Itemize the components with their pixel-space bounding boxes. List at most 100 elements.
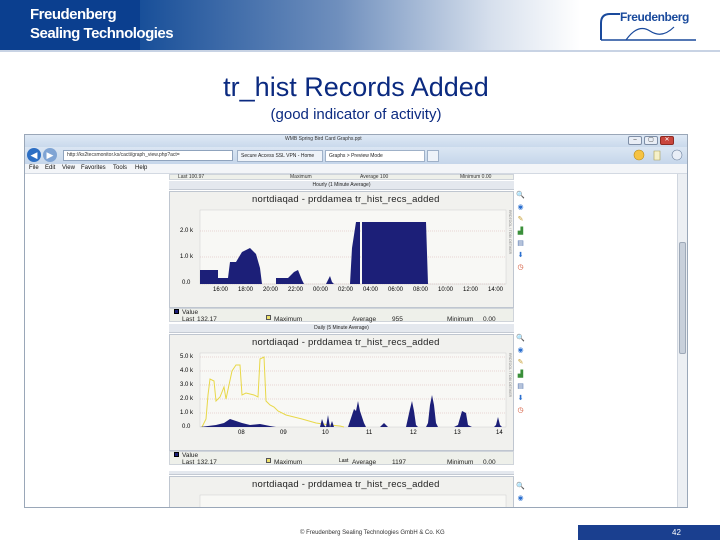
header-banner: Freudenberg Sealing Technologies Freuden…	[0, 0, 720, 68]
legend-max-swatch	[266, 315, 271, 322]
x-tick: 06:00	[388, 287, 404, 293]
maximize-button[interactable]: ▢	[644, 136, 658, 145]
legend-minimum: Minimum	[447, 316, 474, 323]
x-tick: 14	[496, 430, 503, 436]
x-tick: 13	[454, 430, 461, 436]
y-tick-0: 0.0	[182, 280, 191, 286]
graph-icon[interactable]: ▟	[516, 370, 525, 379]
footer-copyright: © Freudenberg Sealing Technologies GmbH …	[300, 530, 445, 536]
graph-partial[interactable]: nortdiaqad - prddamea tr_hist_recs_added	[169, 476, 514, 507]
legend-minimum-value: 0.00	[483, 459, 496, 466]
graph-caption: Daily (5 Minute Average)	[169, 324, 514, 333]
prev-maximum: Maximum	[290, 174, 312, 180]
x-tick: 16:00	[213, 287, 229, 293]
download-icon[interactable]: ⬇	[516, 394, 525, 403]
prev-minimum: Minimum 0.00	[460, 174, 492, 180]
legend-average-value: 955	[392, 316, 403, 323]
graph-x-caption: Last	[339, 458, 349, 464]
y-tick-2k: 2.0 k	[180, 228, 194, 234]
x-tick: 08:00	[413, 287, 429, 293]
window-title: WMB Spring Bird Card Graphs.ppt	[285, 136, 362, 142]
y-tick-3k: 3.0 k	[180, 382, 194, 388]
prev-average: Average 100	[360, 174, 389, 180]
zoom-out-icon[interactable]: ◉	[516, 203, 525, 212]
legend-value-label: Value	[182, 452, 199, 459]
legend-value-label: Value	[182, 309, 199, 316]
menu-file[interactable]: File	[29, 165, 39, 171]
rrdtool-label: RRDTOOL / TOBI OETIKER	[508, 210, 512, 255]
menu-help[interactable]: Help	[135, 165, 147, 171]
slide-title: tr_hist Records Added	[223, 72, 489, 102]
legend-last-label: Last	[182, 459, 195, 466]
x-tick: 02:00	[338, 287, 354, 293]
clock-icon[interactable]: ◷	[516, 406, 525, 415]
graph-icon[interactable]: ▟	[516, 227, 525, 236]
menu-view[interactable]: View	[62, 165, 75, 171]
minimize-button[interactable]: –	[628, 136, 642, 145]
legend-average: Average	[352, 316, 377, 323]
graph-actions-hourly: 🔍 ◉ ✎ ▟ ▤ ⬇ ◷	[516, 191, 528, 301]
tab-vpn-home[interactable]: Secure Access SSL VPN - Home	[237, 150, 323, 162]
legend-average-value: 1197	[392, 459, 406, 466]
zoom-icon[interactable]: 🔍	[516, 334, 525, 343]
zoom-icon[interactable]: 🔍	[516, 482, 525, 491]
csv-export-icon[interactable]: ▤	[516, 239, 525, 248]
settings-gear-icon[interactable]	[671, 149, 683, 161]
legend-last-label: Last	[182, 316, 195, 323]
legend-last-value: 132.17	[197, 459, 217, 466]
menu-tools[interactable]: Tools	[113, 165, 127, 171]
x-axis-daily: 08 09 10 11 12 13 14	[170, 430, 515, 440]
x-tick: 12:00	[463, 287, 479, 293]
slide-subtitle: (good indicator of activity)	[270, 106, 442, 123]
x-tick: 12	[410, 430, 417, 436]
slide: Freudenberg Sealing Technologies Freuden…	[0, 0, 720, 540]
forward-arrow-icon[interactable]: ▶	[43, 148, 57, 162]
x-tick: 11	[366, 430, 373, 436]
graph-actions-partial: 🔍 ◉	[516, 482, 528, 507]
graph-caption	[169, 471, 514, 475]
wrench-icon[interactable]: ✎	[516, 358, 525, 367]
legend-maximum: Maximum	[274, 316, 303, 323]
tab-graphs-preview[interactable]: Graphs > Preview Mode	[325, 150, 425, 162]
download-icon[interactable]: ⬇	[516, 251, 525, 260]
brand-gradient	[140, 0, 580, 50]
y-tick-1k: 1.0 k	[180, 410, 194, 416]
clock-icon[interactable]: ◷	[516, 263, 525, 272]
new-tab-button[interactable]	[427, 150, 439, 162]
graph-hourly[interactable]: nortdiaqad - prddamea tr_hist_recs_added…	[169, 191, 514, 308]
scrollbar-thumb[interactable]	[679, 242, 686, 354]
previous-graph-legend: Last 100.97 Maximum Average 100 Minimum …	[169, 174, 514, 180]
y-tick-5k: 5.0 k	[180, 354, 194, 360]
graph-panel-hourly: Hourly (1 Minute Average) nortdiaqad - p…	[169, 181, 514, 323]
x-tick: 14:00	[488, 287, 504, 293]
wrench-icon[interactable]: ✎	[516, 215, 525, 224]
zoom-out-icon[interactable]: ◉	[516, 494, 525, 503]
back-arrow-icon[interactable]: ◀	[27, 148, 41, 162]
address-bar[interactable]: http://ks2tecsmonitor.ks/cacti/graph_vie…	[63, 150, 233, 161]
graph-daily[interactable]: nortdiaqad - prddamea tr_hist_recs_added	[169, 334, 514, 451]
close-button[interactable]: ✕	[660, 136, 674, 145]
graph-actions-daily: 🔍 ◉ ✎ ▟ ▤ ⬇ ◷	[516, 334, 528, 444]
x-tick: 09	[280, 430, 287, 436]
menu-favorites[interactable]: Favorites	[81, 165, 106, 171]
graph-caption: Hourly (1 Minute Average)	[169, 181, 514, 190]
home-icon[interactable]	[633, 149, 645, 161]
page-number: 42	[672, 528, 681, 537]
csv-export-icon[interactable]: ▤	[516, 382, 525, 391]
graph-legend: Value Last 132.17 Maximum Average 955 Mi…	[169, 308, 514, 323]
graph-panel-partial: nortdiaqad - prddamea tr_hist_recs_added	[169, 471, 514, 507]
header-rule	[0, 50, 720, 52]
logo-text: Freudenberg	[620, 10, 689, 24]
y-tick-2k: 2.0 k	[180, 396, 194, 402]
vertical-scrollbar[interactable]	[677, 174, 687, 507]
x-tick: 10:00	[438, 287, 454, 293]
x-tick: 22:00	[288, 287, 304, 293]
legend-maximum: Maximum	[274, 459, 303, 466]
favorites-icon[interactable]	[653, 150, 661, 161]
browser-toolbar-icons	[633, 149, 683, 161]
x-tick: 20:00	[263, 287, 279, 293]
y-tick-1k: 1.0 k	[180, 254, 194, 260]
menu-edit[interactable]: Edit	[45, 165, 55, 171]
zoom-icon[interactable]: 🔍	[516, 191, 525, 200]
zoom-out-icon[interactable]: ◉	[516, 346, 525, 355]
